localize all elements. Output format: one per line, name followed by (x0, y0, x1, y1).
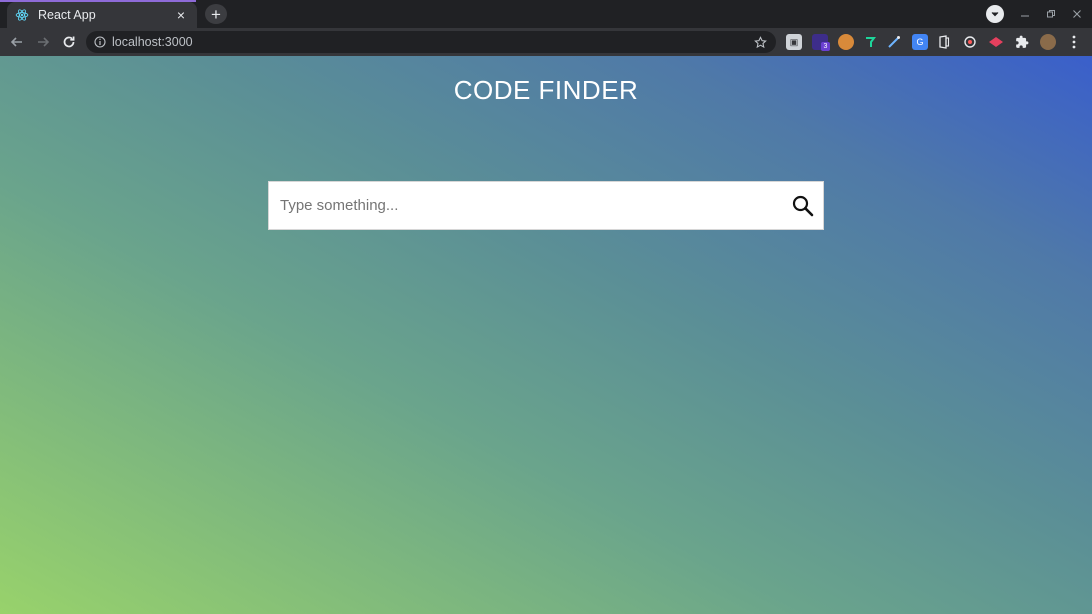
extension-8-icon[interactable] (962, 34, 978, 50)
star-icon[interactable] (752, 34, 768, 50)
puzzle-icon[interactable] (1014, 34, 1030, 50)
minimize-icon[interactable] (1016, 5, 1034, 23)
extension-1-icon[interactable]: ▣ (786, 34, 802, 50)
office-icon[interactable] (936, 34, 952, 50)
tab-title: React App (38, 8, 96, 22)
translate-icon[interactable]: G (912, 34, 928, 50)
react-logo-icon (15, 8, 29, 22)
extension-2-icon[interactable]: 3 (812, 34, 830, 51)
tab-search-button[interactable] (986, 5, 1004, 23)
reload-icon (63, 36, 75, 48)
search-button[interactable] (783, 182, 823, 229)
browser-tab[interactable]: React App × (7, 2, 197, 28)
address-bar[interactable]: localhost:3000 (86, 31, 776, 53)
close-icon[interactable] (1068, 5, 1086, 23)
avatar-icon[interactable] (1040, 34, 1056, 50)
page-viewport: CODE FINDER (0, 56, 1092, 614)
forward-button[interactable] (33, 32, 53, 52)
search-input[interactable] (269, 182, 783, 229)
url-text: localhost:3000 (112, 35, 193, 49)
chevron-down-icon (991, 12, 999, 17)
search-bar (268, 181, 824, 230)
restore-icon[interactable] (1042, 5, 1060, 23)
search-icon (792, 195, 814, 216)
menu-icon[interactable] (1066, 34, 1082, 50)
reload-button[interactable] (59, 32, 79, 52)
tab-close-icon[interactable]: × (173, 7, 189, 23)
extension-badge: 3 (821, 42, 830, 51)
browser-titlebar: React App × + (0, 0, 1092, 28)
extension-9-icon[interactable] (988, 34, 1004, 50)
back-button[interactable] (7, 32, 27, 52)
page-title: CODE FINDER (453, 75, 639, 105)
browser-toolbar: localhost:3000 ▣ 3 G (0, 28, 1092, 56)
extension-3-icon[interactable] (838, 34, 854, 50)
arrow-left-icon (10, 37, 22, 47)
new-tab-button[interactable]: + (205, 4, 227, 24)
info-icon[interactable] (94, 36, 106, 48)
arrow-right-icon (38, 37, 50, 47)
extension-5-icon[interactable] (886, 34, 902, 50)
extension-4-icon[interactable] (862, 34, 878, 50)
